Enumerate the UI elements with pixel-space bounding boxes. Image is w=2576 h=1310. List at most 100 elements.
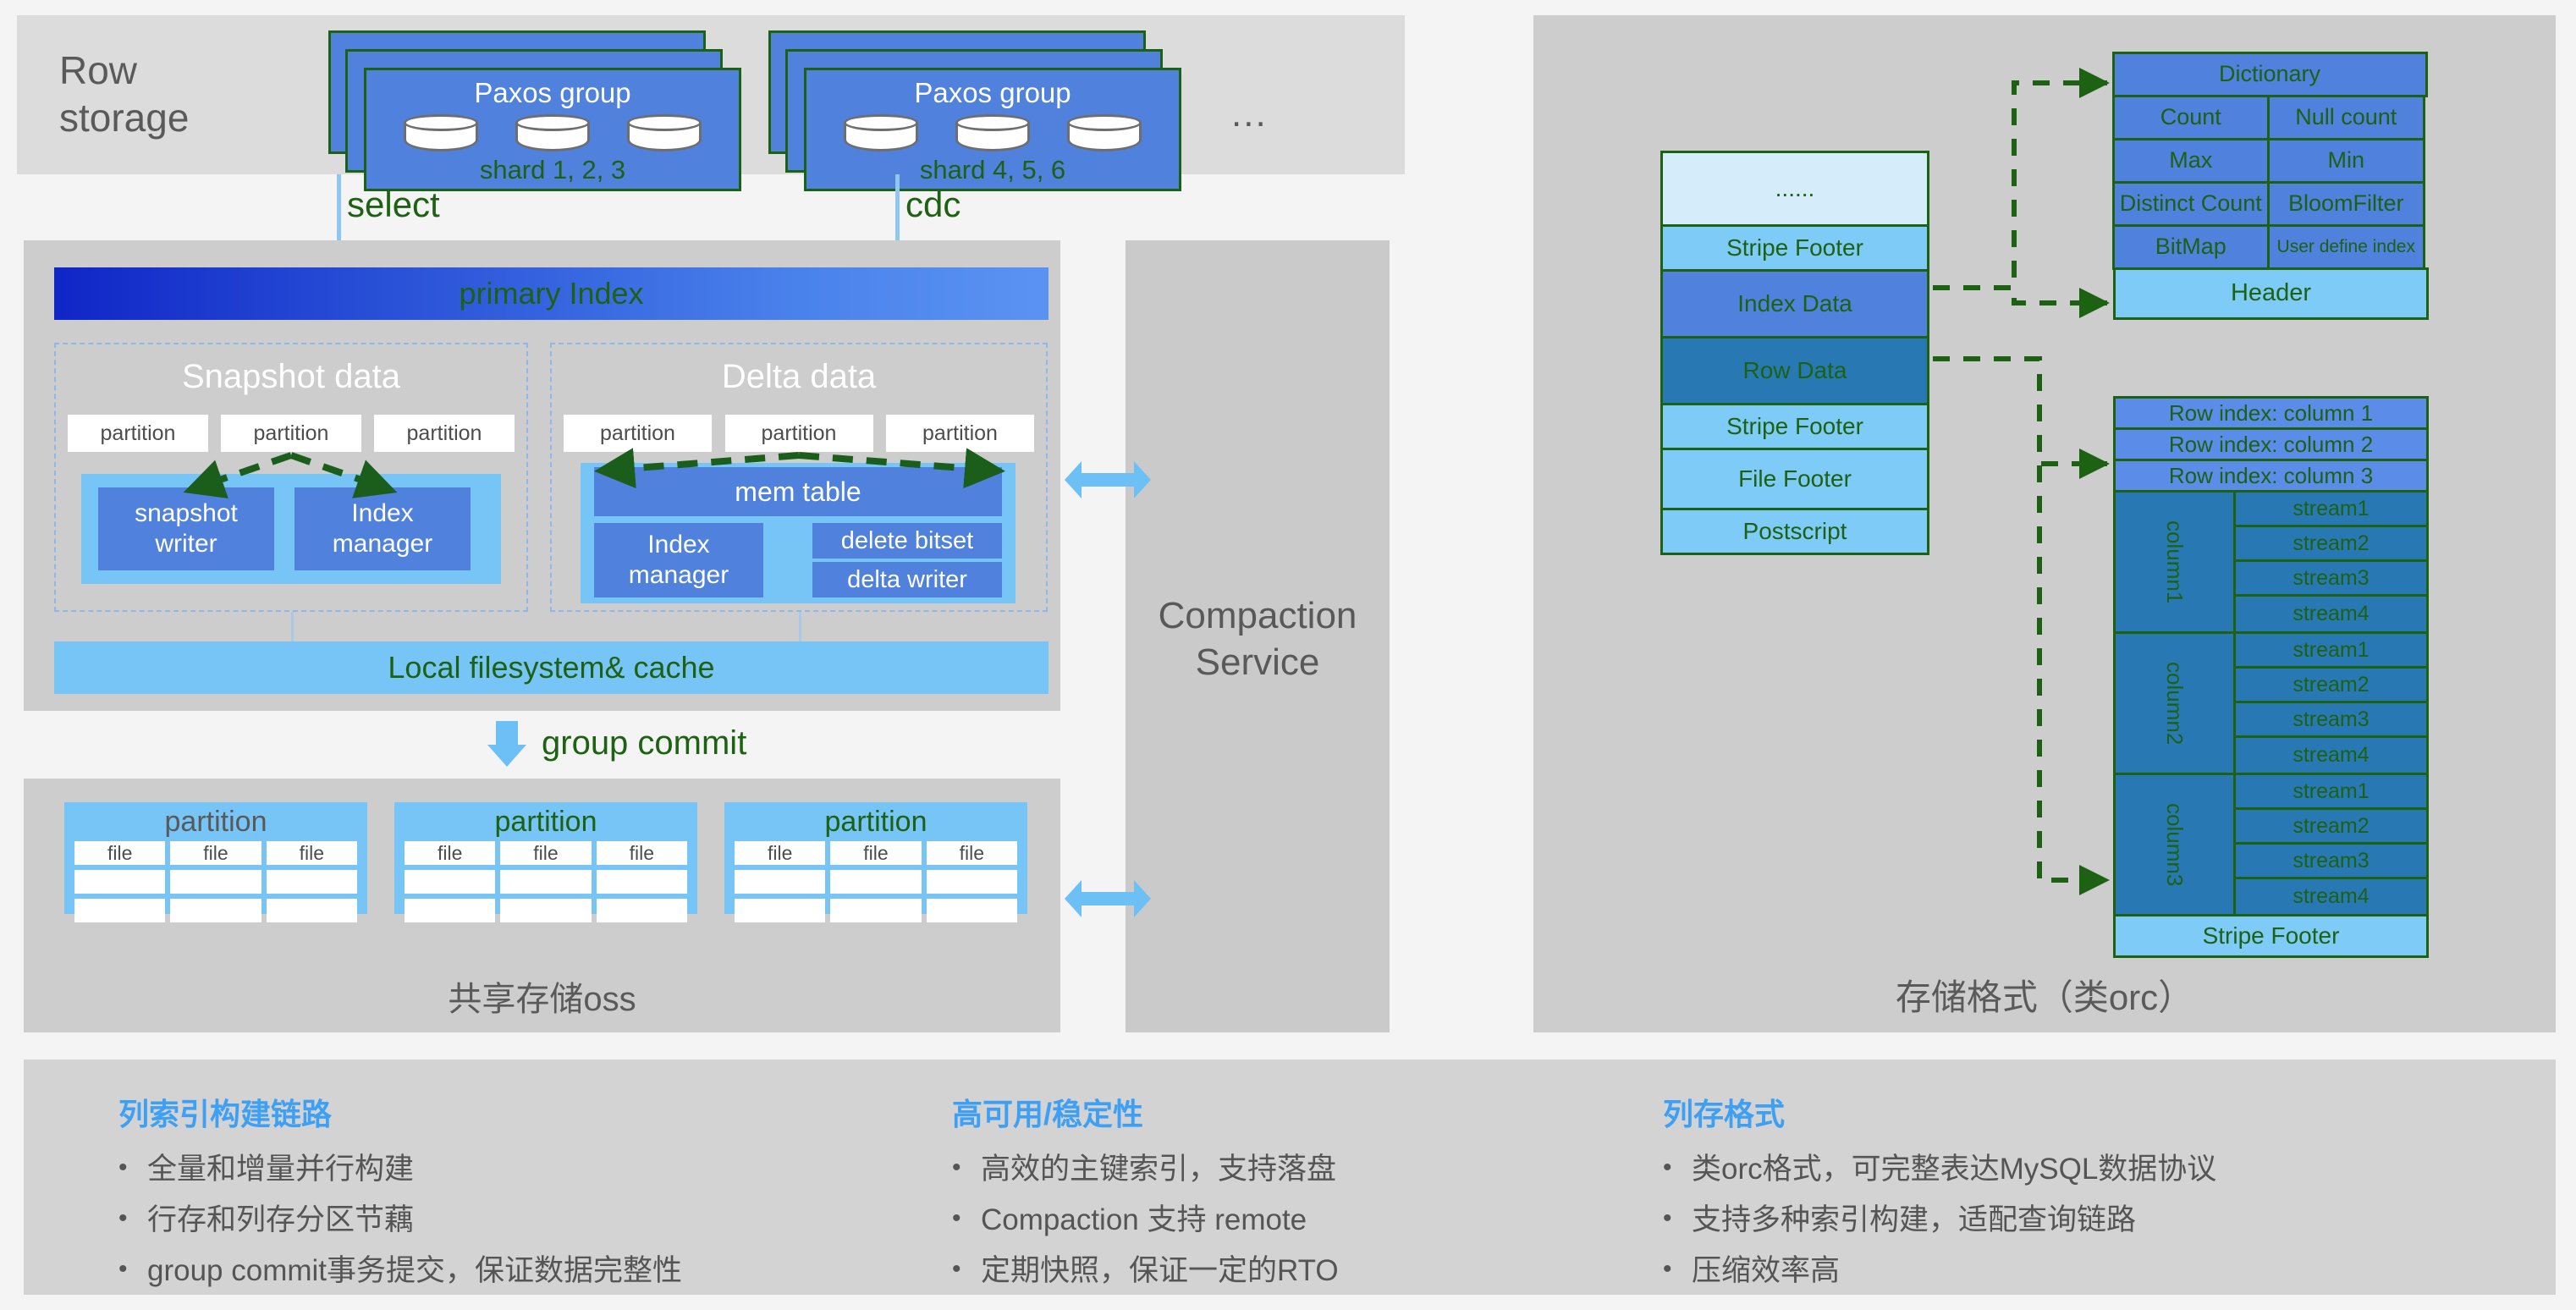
oss-file-cell-empty[interactable]: [596, 899, 687, 922]
oss-file-cell[interactable]: file: [735, 841, 826, 865]
meta-row: BitMap User define index: [2111, 223, 2429, 270]
oss-file-cell-empty[interactable]: [405, 899, 496, 922]
oss-partition-2[interactable]: partition file file file: [394, 802, 697, 922]
oss-file-cell[interactable]: file: [74, 841, 166, 865]
paxos-group-stack-2[interactable]: Paxos group shard 4, 5, 6: [768, 30, 1192, 200]
partition-chip[interactable]: partition: [886, 415, 1034, 452]
stream-cell[interactable]: stream2: [2236, 810, 2426, 845]
stream-cell[interactable]: stream4: [2236, 738, 2426, 773]
stripe-block-ellipsis[interactable]: ......: [1660, 151, 1929, 227]
oss-file-cell-empty[interactable]: [830, 899, 922, 922]
stream-cell[interactable]: stream1: [2236, 634, 2426, 669]
meta-cell-null-count[interactable]: Null count: [2267, 94, 2425, 140]
stream-cell[interactable]: stream4: [2236, 879, 2426, 914]
partition-chip[interactable]: partition: [374, 415, 515, 452]
column-name-cell: column2: [2116, 634, 2236, 773]
meta-cell-distinct-count[interactable]: Distinct Count: [2111, 180, 2270, 227]
row-index-column-3[interactable]: Row index: column 3: [2113, 459, 2429, 493]
column-block-2: column2 stream1 stream2 stream3 stream4: [2113, 631, 2429, 775]
row-index-column-2[interactable]: Row index: column 2: [2113, 427, 2429, 461]
oss-file-cell-empty[interactable]: [500, 870, 592, 894]
note-item-text: 支持多种索引构建，适配查询链路: [1692, 1203, 2137, 1236]
group-commit-label: group commit: [542, 724, 747, 762]
oss-file-cell[interactable]: file: [266, 841, 357, 865]
oss-file-cell-empty[interactable]: [596, 870, 687, 894]
snapshot-writer-box[interactable]: snapshot writer: [98, 487, 274, 570]
primary-index-bar[interactable]: primary Index: [54, 267, 1049, 320]
stripe-block-postscript[interactable]: Postscript: [1660, 508, 1929, 555]
meta-cell-count[interactable]: Count: [2111, 94, 2270, 140]
meta-row: Max Min: [2111, 137, 2429, 184]
mem-table-box[interactable]: mem table: [594, 467, 1002, 516]
partition-chip[interactable]: partition: [724, 415, 873, 452]
stripe-block-index-data[interactable]: Index Data: [1660, 269, 1929, 339]
delta-index-manager-line2: manager: [628, 561, 729, 589]
bullet-icon: •: [952, 1153, 961, 1181]
meta-cell-user-define-index[interactable]: User define index: [2267, 223, 2425, 270]
oss-file-cell-empty[interactable]: [926, 899, 1017, 922]
oss-file-cell-empty[interactable]: [266, 899, 357, 922]
stripe-block-row-data[interactable]: Row Data: [1660, 336, 1929, 405]
stream-cell[interactable]: stream3: [2236, 703, 2426, 738]
partition-chip[interactable]: partition: [564, 415, 712, 452]
stripe-block-stripe-footer-top[interactable]: Stripe Footer: [1660, 224, 1929, 272]
oss-file-cell-empty[interactable]: [405, 870, 496, 894]
meta-cell-bitmap[interactable]: BitMap: [2111, 223, 2270, 270]
mem-table-label: mem table: [735, 476, 861, 507]
partition-chip[interactable]: partition: [221, 415, 361, 452]
stream-cell[interactable]: stream4: [2236, 597, 2426, 631]
stream-cell[interactable]: stream1: [2236, 493, 2426, 527]
oss-file-cell-empty[interactable]: [266, 870, 357, 894]
oss-file-cell-empty[interactable]: [74, 870, 166, 894]
stripe-block-stripe-footer-mid[interactable]: Stripe Footer: [1660, 403, 1929, 450]
oss-file-cell[interactable]: file: [926, 841, 1017, 865]
oss-file-cell-empty[interactable]: [830, 870, 922, 894]
stream-cell[interactable]: stream3: [2236, 562, 2426, 597]
oss-partition-3[interactable]: partition file file file: [724, 802, 1027, 922]
snapshot-index-manager-box[interactable]: Index manager: [294, 487, 471, 570]
stream-cell[interactable]: stream2: [2236, 669, 2426, 703]
oss-file-cell[interactable]: file: [170, 841, 261, 865]
oss-file-cell[interactable]: file: [596, 841, 687, 865]
oss-file-cell[interactable]: file: [500, 841, 592, 865]
partition-chip[interactable]: partition: [68, 415, 208, 452]
snapshot-writer-line2: writer: [155, 530, 217, 558]
stripe-block-file-footer[interactable]: File Footer: [1660, 448, 1929, 510]
note-item-text: 类orc格式，可完整表达MySQL数据协议: [1692, 1153, 2217, 1186]
oss-file-cell-empty[interactable]: [735, 870, 826, 894]
meta-row-dictionary: Dictionary: [2111, 51, 2429, 97]
column-stream-list: stream1 stream2 stream3 stream4: [2236, 634, 2426, 773]
stream-cell[interactable]: stream3: [2236, 845, 2426, 879]
column-stream-list: stream1 stream2 stream3 stream4: [2236, 775, 2426, 914]
oss-file-cell-empty[interactable]: [500, 899, 592, 922]
meta-cell-dictionary[interactable]: Dictionary: [2111, 51, 2428, 97]
delta-index-manager-box[interactable]: Index manager: [594, 523, 763, 597]
database-cylinder-icon: [955, 114, 1030, 151]
paxos-card-front[interactable]: Paxos group shard 1, 2, 3: [364, 68, 741, 191]
row-index-column-1[interactable]: Row index: column 1: [2113, 396, 2429, 430]
oss-file-cell-empty[interactable]: [735, 899, 826, 922]
note-title: 高可用/稳定性: [952, 1097, 1144, 1131]
meta-cell-bloomfilter[interactable]: BloomFilter: [2267, 180, 2425, 227]
meta-cell-header[interactable]: Header: [2113, 267, 2429, 320]
stream-cell[interactable]: stream2: [2236, 527, 2426, 562]
local-filesystem-cache-bar[interactable]: Local filesystem& cache: [54, 641, 1049, 694]
oss-file-cell-empty[interactable]: [926, 870, 1017, 894]
paxos-replica-cylinders: [366, 114, 739, 151]
oss-file-cell[interactable]: file: [405, 841, 496, 865]
oss-file-cell-empty[interactable]: [170, 870, 261, 894]
delta-writer-box[interactable]: delta writer: [812, 562, 1002, 597]
meta-cell-max[interactable]: Max: [2111, 137, 2270, 184]
stream-cell[interactable]: stream1: [2236, 775, 2426, 810]
delete-bitset-box[interactable]: delete bitset: [812, 523, 1002, 559]
paxos-group-stack-1[interactable]: Paxos group shard 1, 2, 3: [328, 30, 751, 200]
oss-file-cell[interactable]: file: [830, 841, 922, 865]
stream-table-stripe-footer[interactable]: Stripe Footer: [2113, 914, 2429, 958]
oss-file-cell-empty[interactable]: [170, 899, 261, 922]
paxos-card-front[interactable]: Paxos group shard 4, 5, 6: [804, 68, 1181, 191]
oss-file-cell-empty[interactable]: [74, 899, 166, 922]
oss-partition-title: partition: [494, 806, 597, 838]
meta-cell-min[interactable]: Min: [2267, 137, 2425, 184]
note-item: • 类orc格式，可完整表达MySQL数据协议: [1663, 1151, 2509, 1188]
oss-partition-1[interactable]: partition file file file: [64, 802, 367, 922]
